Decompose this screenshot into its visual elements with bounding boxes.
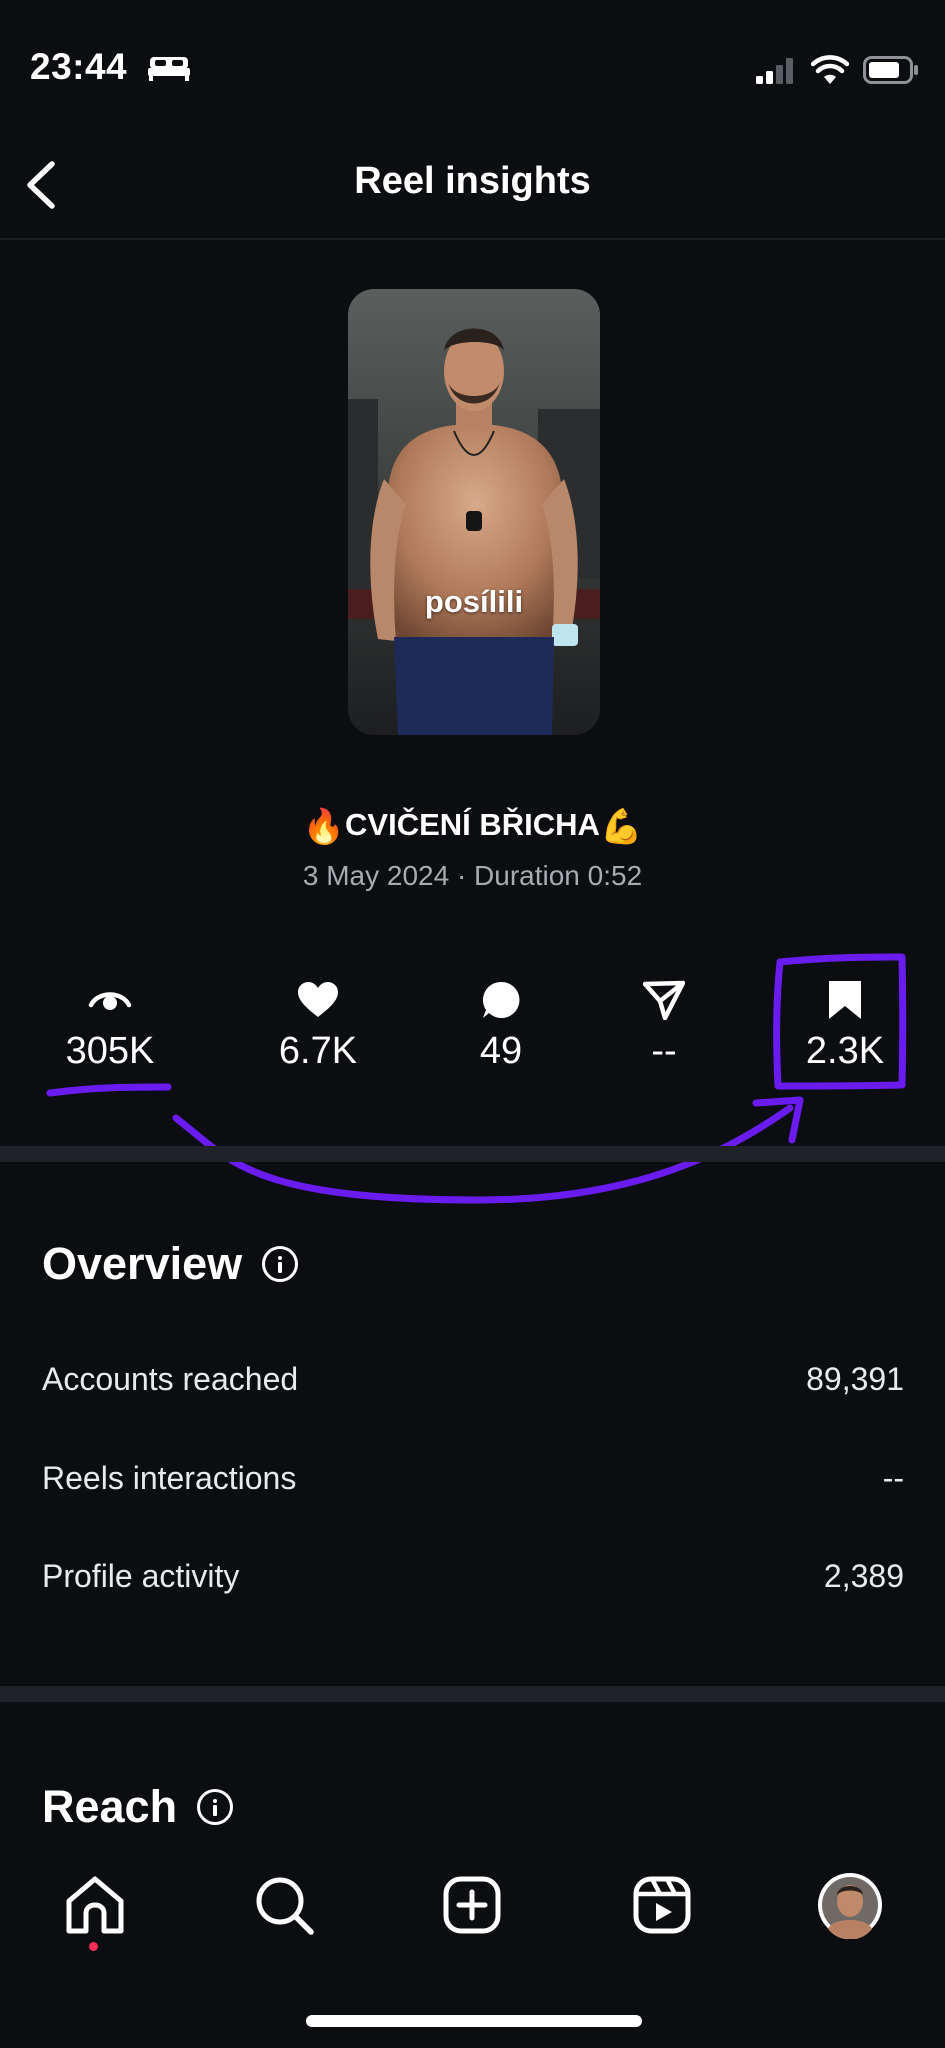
row-value: 89,391: [806, 1361, 904, 1397]
stat-comments[interactable]: 49: [426, 980, 576, 1073]
row-value: 2,389: [823, 1558, 904, 1594]
section-divider: [0, 1686, 945, 1702]
tab-home[interactable]: [60, 1870, 130, 1940]
overview-row: Reels interactions --: [42, 1460, 904, 1497]
info-icon[interactable]: [197, 1789, 234, 1825]
reel-title: 🔥CVIČENÍ BŘICHA💪: [0, 807, 945, 847]
stat-shares[interactable]: --: [589, 980, 739, 1073]
info-icon[interactable]: [262, 1246, 299, 1282]
bookmark-icon: [829, 981, 861, 1019]
tab-search[interactable]: [249, 1870, 319, 1940]
reel-title-text: CVIČENÍ BŘICHA: [345, 807, 600, 842]
tab-reels[interactable]: [627, 1870, 697, 1940]
overview-row: Accounts reached 89,391: [42, 1361, 904, 1398]
row-value: --: [882, 1460, 904, 1496]
status-time: 23:44: [30, 46, 128, 87]
reel-meta: 3 May 2024 · Duration 0:52: [302, 860, 643, 891]
battery-icon: [863, 56, 918, 84]
overview-title: Overview: [42, 1238, 243, 1289]
share-paper-plane-icon: [643, 980, 685, 1020]
reels-icon: [633, 1876, 691, 1934]
stat-saves[interactable]: 2.3K: [770, 980, 920, 1073]
section-divider: [0, 1146, 945, 1162]
comment-bubble-icon: [482, 981, 520, 1018]
reel-thumbnail-image: [348, 289, 600, 735]
thumbnail-caption: posílili: [424, 584, 524, 619]
stat-views[interactable]: 305K: [35, 980, 185, 1073]
wifi-icon: [811, 55, 849, 84]
header-divider: [0, 238, 945, 240]
views-count: 305K: [65, 1030, 155, 1072]
annotation-arrowhead: [752, 1096, 804, 1144]
tab-profile[interactable]: [815, 1870, 885, 1940]
comments-count: 49: [479, 1030, 523, 1072]
notification-dot: [89, 1942, 98, 1951]
page-title: Reel insights: [354, 160, 591, 202]
annotation-underline: [46, 1083, 172, 1097]
overview-heading: Overview: [42, 1238, 299, 1290]
home-indicator: [306, 2015, 642, 2027]
home-icon: [66, 1876, 124, 1934]
reach-title: Reach: [42, 1781, 178, 1832]
row-label: Reels interactions: [42, 1460, 297, 1496]
search-icon: [256, 1877, 314, 1935]
cellular-signal-icon: [756, 58, 793, 84]
reel-thumbnail[interactable]: posílili: [348, 289, 600, 735]
saves-count: 2.3K: [805, 1030, 885, 1072]
shares-count: --: [651, 1030, 677, 1072]
overview-row: Profile activity 2,389: [42, 1558, 904, 1595]
eye-icon: [88, 992, 132, 1010]
heart-icon: [298, 982, 338, 1017]
row-label: Accounts reached: [42, 1361, 299, 1397]
sleep-mode-icon: [148, 57, 190, 81]
avatar: [818, 1873, 882, 1939]
reach-heading: Reach: [42, 1781, 234, 1833]
plus-square-icon: [443, 1876, 501, 1934]
tab-create[interactable]: [437, 1870, 507, 1940]
fire-emoji: 🔥: [302, 808, 346, 846]
likes-count: 6.7K: [278, 1030, 358, 1072]
stat-likes[interactable]: 6.7K: [243, 980, 393, 1073]
flexed-biceps-emoji: 💪: [599, 808, 643, 846]
row-label: Profile activity: [42, 1558, 240, 1594]
status-indicators: [755, 52, 919, 88]
